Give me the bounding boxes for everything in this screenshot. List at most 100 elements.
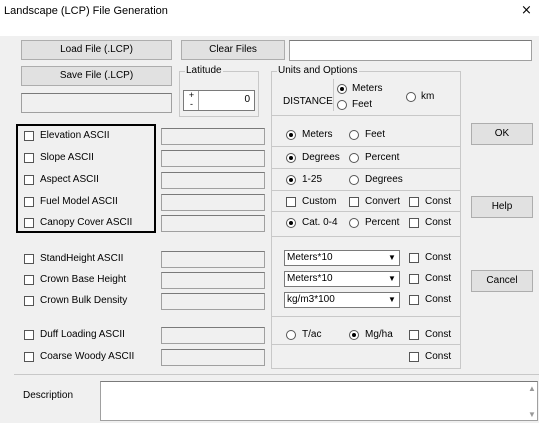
fuel-model-field[interactable] (161, 194, 265, 211)
duff-mgha-label: Mg/ha (365, 329, 393, 340)
latitude-spinner[interactable]: + - 0 (183, 90, 255, 111)
canopy-cat-label: Cat. 0-4 (302, 217, 338, 228)
aspect-label: Aspect ASCII (40, 174, 99, 185)
close-icon[interactable]: × (521, 3, 532, 18)
stand-height-const-label: Const (425, 252, 452, 263)
crown-bulk-const-checkbox[interactable] (409, 295, 419, 305)
distance-divider (333, 79, 334, 111)
crown-base-label: Crown Base Height (40, 274, 127, 285)
slope-checkbox[interactable] (24, 153, 34, 163)
lcp-path-field[interactable] (289, 40, 532, 61)
crown-bulk-label: Crown Bulk Density (40, 295, 128, 306)
fuel-model-label: Fuel Model ASCII (40, 196, 118, 207)
duff-mgha-radio[interactable] (349, 330, 359, 340)
fuel-const-checkbox[interactable] (409, 197, 419, 207)
divider (272, 146, 460, 147)
canopy-cover-checkbox[interactable] (24, 218, 34, 228)
aspect-checkbox[interactable] (24, 175, 34, 185)
crown-base-const-checkbox[interactable] (409, 274, 419, 284)
cancel-button[interactable]: Cancel (471, 270, 533, 292)
scroll-down-icon[interactable]: ▼ (528, 410, 536, 419)
fuel-const-label: Const (425, 196, 452, 207)
elevation-field[interactable] (161, 128, 265, 145)
elev-meters-label: Meters (302, 129, 333, 140)
slope-degrees-radio[interactable] (286, 153, 296, 163)
crown-bulk-select[interactable]: kg/m3*100 ▼ (284, 292, 400, 308)
duff-const-checkbox[interactable] (409, 330, 419, 340)
elev-meters-radio[interactable] (286, 130, 296, 140)
load-file-button[interactable]: Load File (.LCP) (21, 40, 172, 60)
coarse-woody-label: Coarse Woody ASCII (40, 351, 135, 362)
ok-button[interactable]: OK (471, 123, 533, 145)
crown-bulk-select-value: kg/m3*100 (287, 294, 335, 305)
latitude-value: 0 (244, 94, 250, 105)
distance-km-label: km (421, 91, 435, 102)
canopy-const-checkbox[interactable] (409, 218, 419, 228)
crown-base-select[interactable]: Meters*10 ▼ (284, 271, 400, 287)
clear-files-button[interactable]: Clear Files (181, 40, 285, 60)
elevation-checkbox[interactable] (24, 131, 34, 141)
chevron-down-icon[interactable]: ▼ (385, 251, 399, 265)
divider (272, 211, 460, 212)
distance-km-radio[interactable] (406, 92, 416, 102)
slope-percent-radio[interactable] (349, 153, 359, 163)
duff-tac-label: T/ac (302, 329, 322, 340)
units-divider (272, 115, 460, 116)
canopy-percent-label: Percent (365, 217, 400, 228)
crown-base-const-label: Const (425, 273, 452, 284)
canopy-cat-radio[interactable] (286, 218, 296, 228)
stand-height-field[interactable] (161, 251, 265, 268)
divider (272, 190, 460, 191)
spin-arrows-icon[interactable]: + - (185, 91, 199, 110)
crown-base-select-value: Meters*10 (287, 273, 333, 284)
help-button[interactable]: Help (471, 196, 533, 218)
aspect-125-radio[interactable] (286, 175, 296, 185)
description-divider (14, 374, 539, 375)
duff-loading-checkbox[interactable] (24, 330, 34, 340)
duff-tac-radio[interactable] (286, 330, 296, 340)
crown-bulk-checkbox[interactable] (24, 296, 34, 306)
save-file-button[interactable]: Save File (.LCP) (21, 66, 172, 86)
stand-height-checkbox[interactable] (24, 254, 34, 264)
slope-field[interactable] (161, 150, 265, 167)
stand-height-select[interactable]: Meters*10 ▼ (284, 250, 400, 266)
crown-base-field[interactable] (161, 272, 265, 289)
scroll-up-icon[interactable]: ▲ (528, 384, 536, 393)
elev-feet-label: Feet (365, 129, 386, 140)
distance-label: DISTANCE (283, 96, 333, 107)
crown-base-checkbox[interactable] (24, 275, 34, 285)
aspect-degrees-radio[interactable] (349, 175, 359, 185)
fuel-convert-checkbox[interactable] (349, 197, 359, 207)
crown-bulk-field[interactable] (161, 293, 265, 310)
divider (272, 344, 460, 345)
units-options-label: Units and Options (277, 65, 359, 76)
divider (272, 168, 460, 169)
coarse-woody-checkbox[interactable] (24, 352, 34, 362)
distance-feet-radio[interactable] (337, 100, 347, 110)
aspect-field[interactable] (161, 172, 265, 189)
stand-height-const-checkbox[interactable] (409, 253, 419, 263)
divider (272, 316, 460, 317)
distance-meters-radio[interactable] (337, 84, 347, 94)
save-path-field[interactable] (21, 93, 172, 113)
fuel-custom-label: Custom (302, 196, 337, 207)
aspect-degrees-label: Degrees (365, 174, 403, 185)
stand-height-select-value: Meters*10 (287, 252, 333, 263)
fuel-model-checkbox[interactable] (24, 197, 34, 207)
fuel-custom-checkbox[interactable] (286, 197, 296, 207)
description-textarea[interactable] (100, 381, 538, 421)
canopy-cover-field[interactable] (161, 215, 265, 232)
coarse-woody-field[interactable] (161, 349, 265, 366)
canopy-percent-radio[interactable] (349, 218, 359, 228)
elev-feet-radio[interactable] (349, 130, 359, 140)
canopy-cover-label: Canopy Cover ASCII (40, 217, 133, 228)
coarse-woody-const-checkbox[interactable] (409, 352, 419, 362)
chevron-down-icon[interactable]: ▼ (385, 272, 399, 286)
duff-loading-label: Duff Loading ASCII (40, 329, 125, 340)
aspect-125-label: 1-25 (302, 174, 323, 185)
coarse-woody-const-label: Const (425, 351, 452, 362)
chevron-down-icon[interactable]: ▼ (385, 293, 399, 307)
duff-loading-field[interactable] (161, 327, 265, 344)
duff-const-label: Const (425, 329, 452, 340)
latitude-label: Latitude (185, 65, 223, 76)
